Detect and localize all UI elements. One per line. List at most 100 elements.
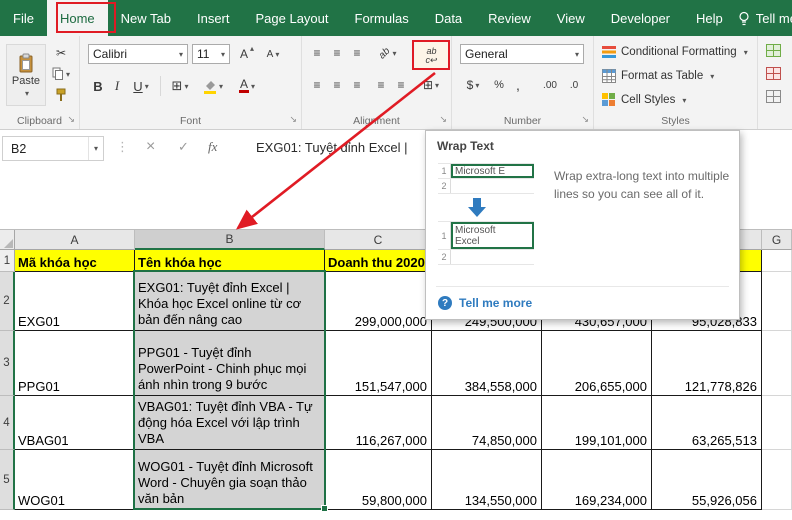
cell-b3[interactable]: PPG01 - Tuyệt đỉnh PowerPoint - Chinh ph…	[135, 331, 325, 396]
decrease-indent-button[interactable]: ≡	[372, 76, 390, 94]
cell-f3[interactable]: 121,778,826	[652, 331, 762, 396]
format-painter-button[interactable]	[50, 87, 72, 103]
insert-cells-button[interactable]	[766, 44, 781, 57]
align-right-button[interactable]: ≡	[348, 76, 366, 94]
row-header-2[interactable]: 2	[0, 272, 15, 331]
format-cells-button[interactable]	[766, 90, 781, 103]
tell-me-box[interactable]: Tell me w	[736, 0, 792, 36]
format-as-table-button[interactable]: Format as Table ▾	[602, 66, 714, 86]
font-size-combo[interactable]: 11 ▾	[192, 44, 230, 64]
paste-button[interactable]: Paste ▾	[6, 44, 46, 106]
font-name-combo[interactable]: Calibri ▾	[88, 44, 188, 64]
delete-cells-button[interactable]	[766, 67, 781, 80]
col-header-g[interactable]: G	[762, 230, 792, 250]
row-header-1[interactable]: 1	[0, 250, 15, 272]
row-header-4[interactable]: 4	[0, 396, 15, 450]
formula-bar-content[interactable]: EXG01: Tuyệt đỉnh Excel |	[256, 140, 408, 155]
cell-e5[interactable]: 169,234,000	[542, 450, 652, 510]
cell-e3[interactable]: 206,655,000	[542, 331, 652, 396]
decrease-decimal-button[interactable]: .0	[564, 76, 584, 94]
tell-me-more-link[interactable]: ? Tell me more	[438, 296, 532, 310]
cell-g5[interactable]	[762, 450, 792, 510]
decrease-font-size-button[interactable]: A ▾	[262, 44, 284, 64]
percent-style-button[interactable]: %	[490, 76, 508, 94]
cell-c2[interactable]: 299,000,000	[325, 272, 432, 331]
insert-function-icon[interactable]: fx	[208, 139, 217, 155]
cell-g1[interactable]	[762, 250, 792, 272]
copy-button[interactable]: ▾	[48, 66, 74, 82]
top-align-button[interactable]: ≡	[308, 44, 326, 62]
tab-home[interactable]: Home	[46, 0, 108, 36]
increase-decimal-button[interactable]: .00	[538, 76, 562, 94]
tab-file[interactable]: File	[0, 0, 47, 36]
row-header-5[interactable]: 5	[0, 450, 15, 510]
cell-g3[interactable]	[762, 331, 792, 396]
tab-page-layout[interactable]: Page Layout	[243, 0, 342, 36]
number-format-combo[interactable]: General ▾	[460, 44, 584, 64]
number-dialog-launcher[interactable]: ↘	[581, 114, 589, 125]
cell-f4[interactable]: 63,265,513	[652, 396, 762, 450]
cell-g2[interactable]	[762, 272, 792, 331]
cell-a1[interactable]: Mã khóa học	[15, 250, 135, 272]
col-header-c[interactable]: C	[325, 230, 432, 250]
font-color-button[interactable]: A ▾	[232, 76, 262, 96]
increase-indent-button[interactable]: ≡	[392, 76, 410, 94]
cell-b5[interactable]: WOG01 - Tuyệt đỉnh Microsoft Word - Chuy…	[135, 450, 325, 510]
cell-g4[interactable]	[762, 396, 792, 450]
tab-help[interactable]: Help	[683, 0, 736, 36]
cell-c4[interactable]: 116,267,000	[325, 396, 432, 450]
cell-d3[interactable]: 384,558,000	[432, 331, 542, 396]
cancel-icon[interactable]: ×	[146, 138, 155, 156]
cell-f5[interactable]: 55,926,056	[652, 450, 762, 510]
cut-button[interactable]: ✂	[50, 45, 72, 61]
cell-a4[interactable]: VBAG01	[15, 396, 135, 450]
tab-view[interactable]: View	[544, 0, 598, 36]
accounting-format-button[interactable]: $ ▾	[460, 76, 486, 94]
tab-formulas[interactable]: Formulas	[342, 0, 422, 36]
wrap-text-button[interactable]: ab c↩	[415, 42, 448, 69]
increase-font-size-button[interactable]: A ▴	[236, 44, 258, 64]
col-header-a[interactable]: A	[15, 230, 135, 250]
row-header-3[interactable]: 3	[0, 331, 15, 396]
tab-review[interactable]: Review	[475, 0, 544, 36]
tab-insert[interactable]: Insert	[184, 0, 243, 36]
cell-d5[interactable]: 134,550,000	[432, 450, 542, 510]
name-box[interactable]: B2 ▾	[2, 136, 104, 161]
comma-style-button[interactable]: ,	[510, 76, 526, 94]
cell-a3[interactable]: PPG01	[15, 331, 135, 396]
conditional-formatting-button[interactable]: Conditional Formatting ▾	[602, 42, 748, 62]
cell-b1[interactable]: Tên khóa học	[135, 250, 325, 272]
underline-button[interactable]: U ▾	[128, 76, 154, 96]
borders-button[interactable]: ⊞ ▾	[166, 76, 194, 96]
col-header-b[interactable]: B	[135, 230, 325, 250]
cell-b4[interactable]: VBAG01: Tuyệt đỉnh VBA - Tự động hóa Exc…	[135, 396, 325, 450]
enter-icon[interactable]: ✓	[178, 139, 189, 155]
cell-c3[interactable]: 151,547,000	[325, 331, 432, 396]
cell-b2-active[interactable]: EXG01: Tuyệt đỉnh Excel | Khóa học Excel…	[135, 272, 325, 331]
clipboard-dialog-launcher[interactable]: ↘	[67, 114, 75, 125]
italic-button[interactable]: I	[110, 76, 124, 96]
cell-c1[interactable]: Doanh thu 2020	[325, 250, 432, 272]
formula-bar-grip[interactable]: ⋮	[116, 139, 129, 155]
cell-d4[interactable]: 74,850,000	[432, 396, 542, 450]
orientation-button[interactable]: ab ▾	[372, 44, 404, 62]
cell-styles-button[interactable]: Cell Styles ▾	[602, 90, 686, 110]
center-button[interactable]: ≡	[328, 76, 346, 94]
font-dialog-launcher[interactable]: ↘	[289, 114, 297, 125]
chevron-down-icon[interactable]: ▾	[87, 137, 103, 160]
fill-color-button[interactable]: ▾	[198, 76, 228, 96]
middle-align-button[interactable]: ≡	[328, 44, 346, 62]
cell-a2[interactable]: EXG01	[15, 272, 135, 331]
align-left-button[interactable]: ≡	[308, 76, 326, 94]
tab-data[interactable]: Data	[422, 0, 475, 36]
alignment-dialog-launcher[interactable]: ↘	[439, 114, 447, 125]
tab-new-tab[interactable]: New Tab	[108, 0, 184, 36]
bottom-align-button[interactable]: ≡	[348, 44, 366, 62]
tab-developer[interactable]: Developer	[598, 0, 683, 36]
merge-center-button[interactable]: ⊞ ▾	[415, 76, 447, 94]
cell-a5[interactable]: WOG01	[15, 450, 135, 510]
bold-button[interactable]: B	[90, 76, 106, 96]
select-all-corner[interactable]	[0, 230, 15, 250]
cell-e4[interactable]: 199,101,000	[542, 396, 652, 450]
cell-c5[interactable]: 59,800,000	[325, 450, 432, 510]
